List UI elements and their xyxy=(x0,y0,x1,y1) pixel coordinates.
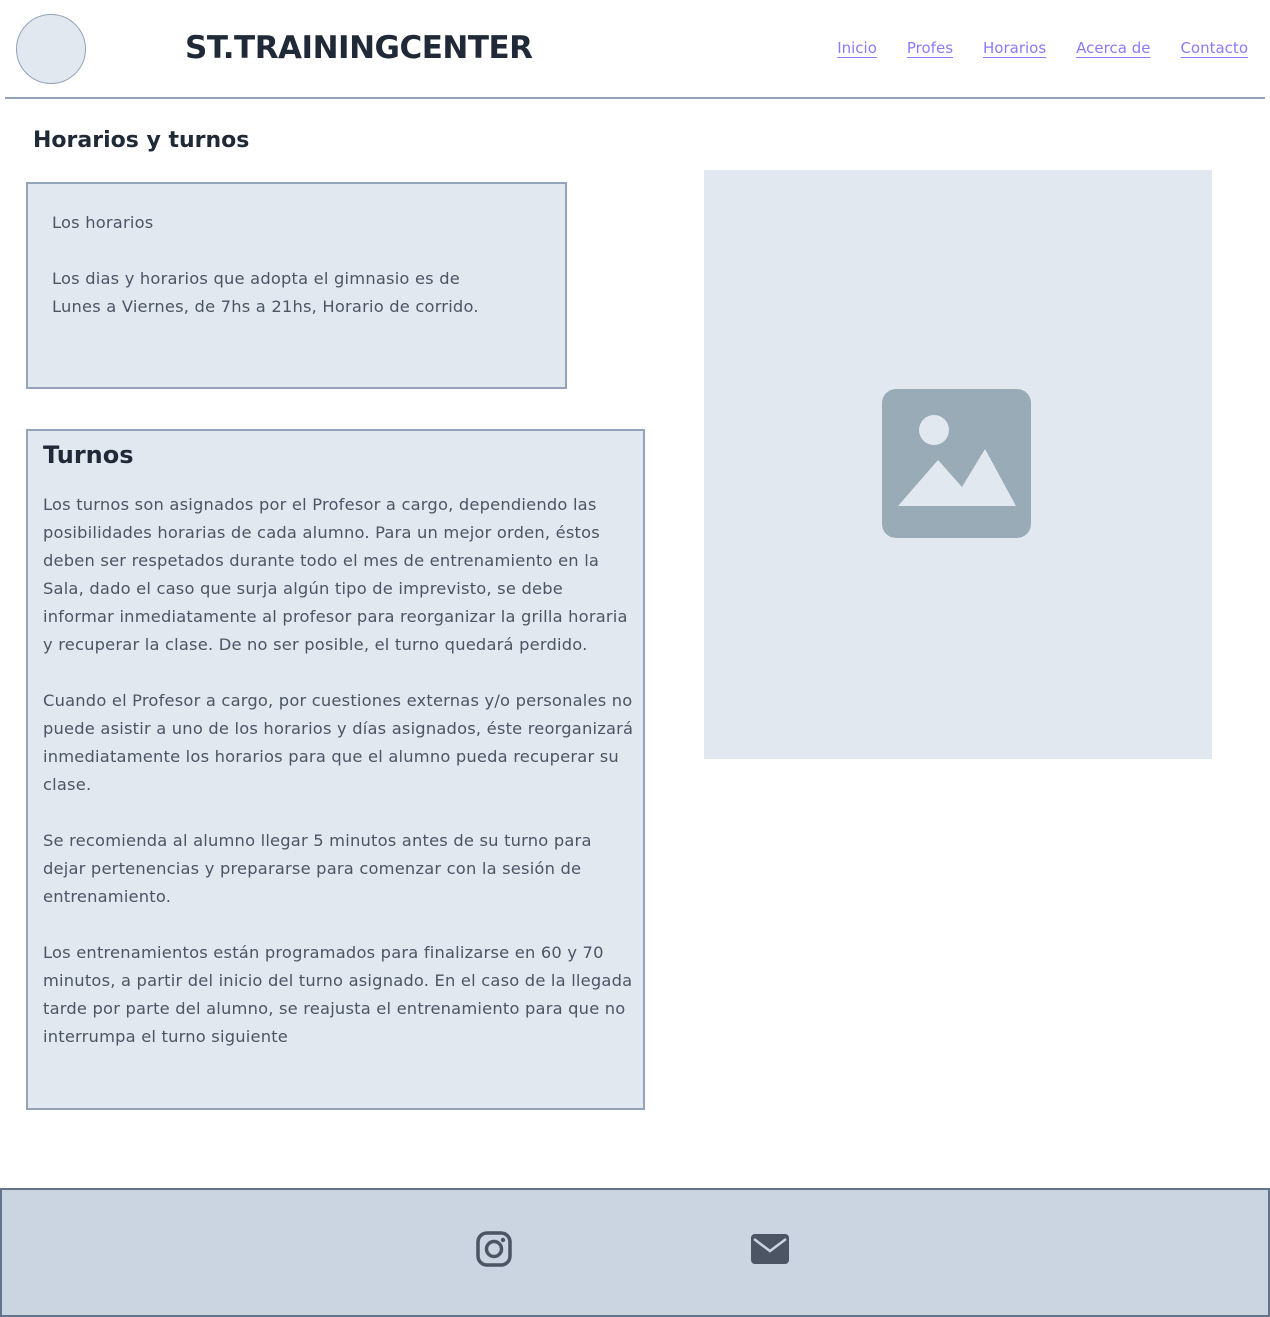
turnos-title: Turnos xyxy=(43,441,134,469)
turnos-card: Turnos Los turnos son asignados por el P… xyxy=(26,429,645,1110)
nav-link-contacto[interactable]: Contacto xyxy=(1180,39,1248,57)
horarios-card: Los horarios Los dias y horarios que ado… xyxy=(26,182,567,389)
nav-link-inicio[interactable]: Inicio xyxy=(837,39,877,57)
nav-link-acerca-de[interactable]: Acerca de xyxy=(1076,39,1150,57)
header-divider xyxy=(5,97,1265,99)
page-title: Horarios y turnos xyxy=(33,128,250,153)
image-placeholder xyxy=(704,170,1212,759)
mail-icon[interactable] xyxy=(750,1233,790,1265)
instagram-icon[interactable] xyxy=(475,1230,513,1268)
image-placeholder-icon xyxy=(882,389,1031,538)
site-footer xyxy=(0,1188,1270,1317)
nav-link-horarios[interactable]: Horarios xyxy=(983,39,1046,57)
horarios-text: Los horarios Los dias y horarios que ado… xyxy=(52,213,479,316)
site-brand[interactable]: ST.TRAININGCENTER xyxy=(185,30,533,66)
logo-avatar[interactable] xyxy=(16,14,86,84)
turnos-text: Los turnos son asignados por el Profesor… xyxy=(43,495,634,1046)
nav-link-profes[interactable]: Profes xyxy=(907,39,953,57)
main-nav: Inicio Profes Horarios Acerca de Contact… xyxy=(837,39,1248,57)
